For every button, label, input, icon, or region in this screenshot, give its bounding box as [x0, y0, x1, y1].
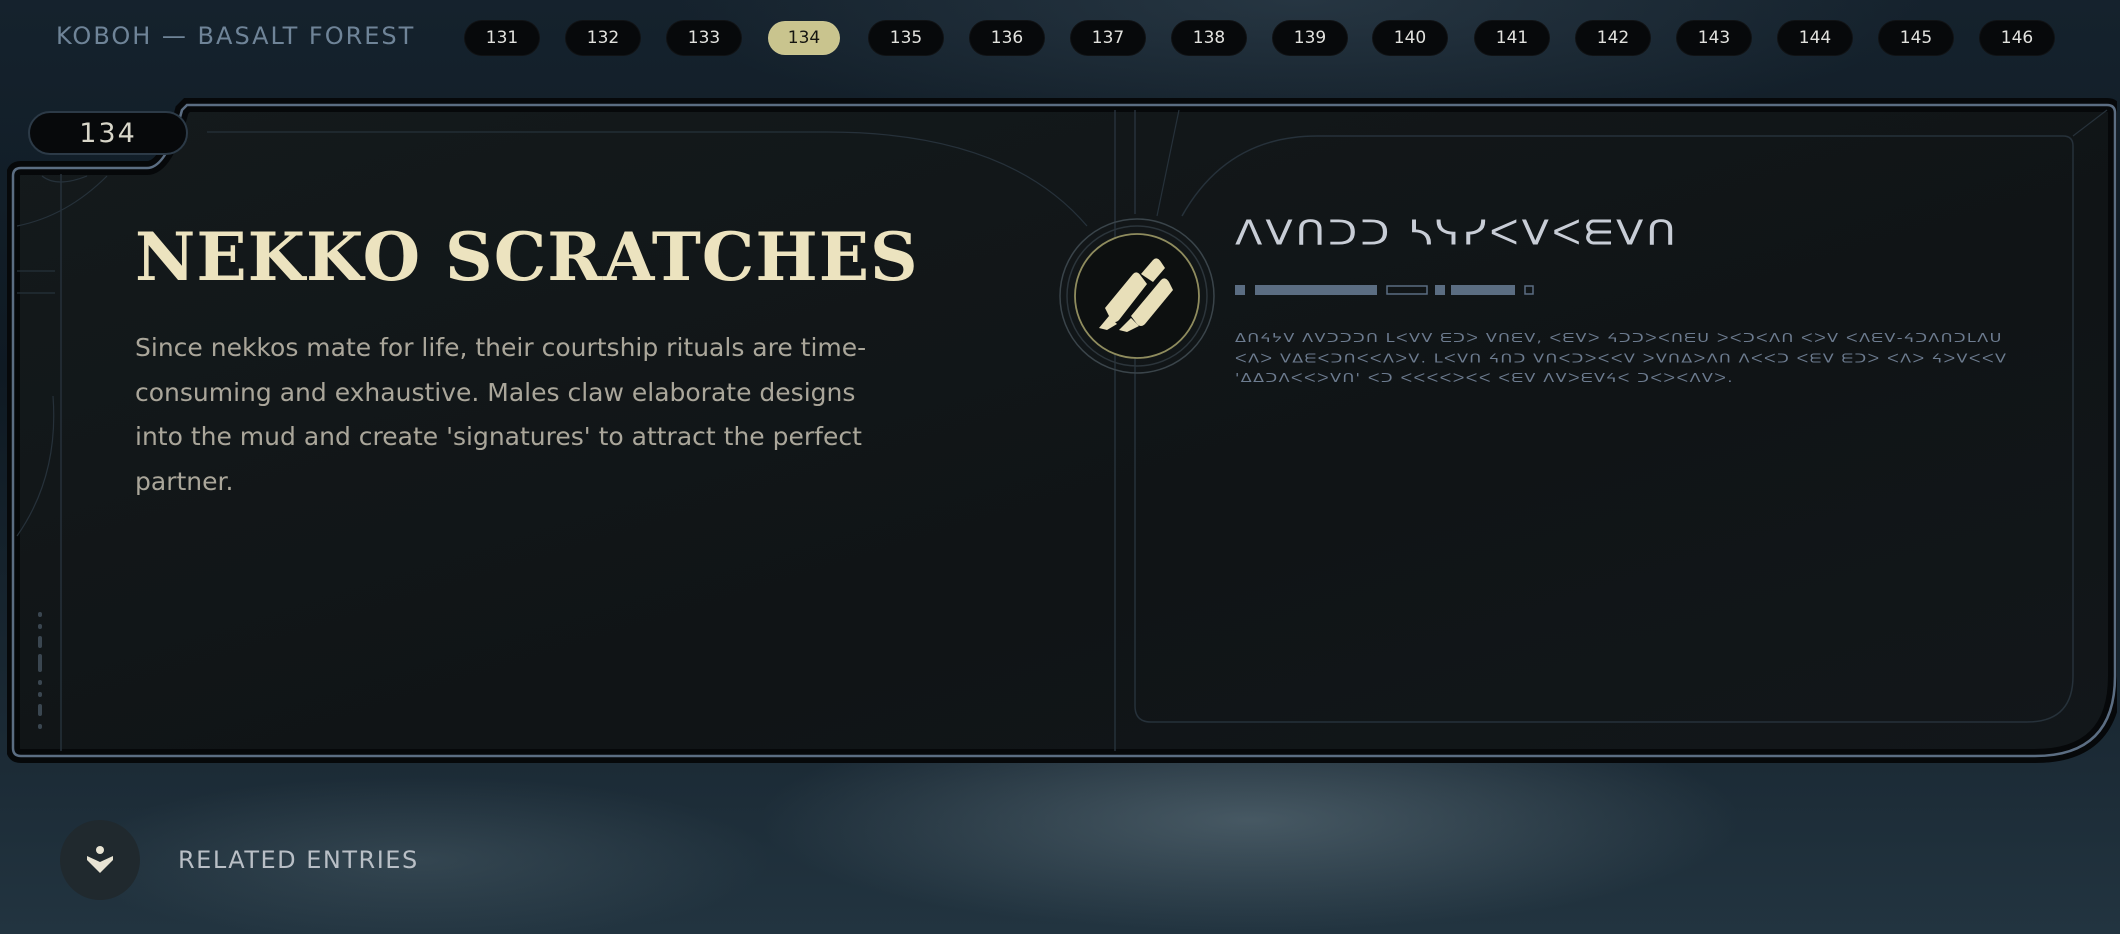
page-tab-139[interactable]: 139: [1272, 20, 1348, 56]
page-tab-131[interactable]: 131: [464, 20, 540, 56]
page-tab-138[interactable]: 138: [1171, 20, 1247, 56]
page-tab-146[interactable]: 146: [1979, 20, 2055, 56]
page-tab-141[interactable]: 141: [1474, 20, 1550, 56]
related-entries-button[interactable]: [60, 820, 140, 900]
page-tab-135[interactable]: 135: [868, 20, 944, 56]
page-tab-140[interactable]: 140: [1372, 20, 1448, 56]
entry-description: Since nekkos mate for life, their courts…: [135, 333, 867, 496]
decorative-bars: [1235, 285, 1534, 295]
aurebesh-description: ᐃᑎᔦᔭᐯ ᐱᐯᑐᑐᑐᑎ ᒪᐸᐯᐯ ᗴᑐᐳ ᐯᑎᗴᐯ, ᐸᗴᐯᐳ ᔦᑐᑐᐳᐸᑎᗴ…: [1235, 330, 2008, 385]
entry-card: 134 NEKKO SCRATCHES Since nekkos mate fo…: [7, 96, 2117, 768]
page-tab-133[interactable]: 133: [666, 20, 742, 56]
region-title: KOBOH — BASALT FOREST: [56, 22, 416, 50]
aurebesh-title: ᐱᐯᑎᑐᑐ ᓴᓭᓯᐸᐯᐸᗴᐯᑎ: [1235, 214, 1679, 254]
entry-number-badge: 134: [28, 111, 188, 155]
page-tab-132[interactable]: 132: [565, 20, 641, 56]
entry-title: NEKKO SCRATCHES: [135, 218, 919, 296]
top-bar: KOBOH — BASALT FOREST 131 132 133 134 135 136…: [0, 0, 2120, 76]
page-tabs: 131 132 133 134 135 136 137 138 139 140 141 142 143 1…: [464, 20, 2064, 56]
related-entries-label[interactable]: RELATED ENTRIES: [178, 846, 419, 874]
person-down-arrow-icon: [87, 846, 113, 873]
page-tab-144[interactable]: 144: [1777, 20, 1853, 56]
page-tab-142[interactable]: 142: [1575, 20, 1651, 56]
page-tab-145[interactable]: 145: [1878, 20, 1954, 56]
page-tab-134[interactable]: 134: [768, 21, 840, 55]
page-tab-136[interactable]: 136: [969, 20, 1045, 56]
claw-scratch-icon: [1059, 218, 1215, 374]
page-tab-137[interactable]: 137: [1070, 20, 1146, 56]
page-tab-143[interactable]: 143: [1676, 20, 1752, 56]
